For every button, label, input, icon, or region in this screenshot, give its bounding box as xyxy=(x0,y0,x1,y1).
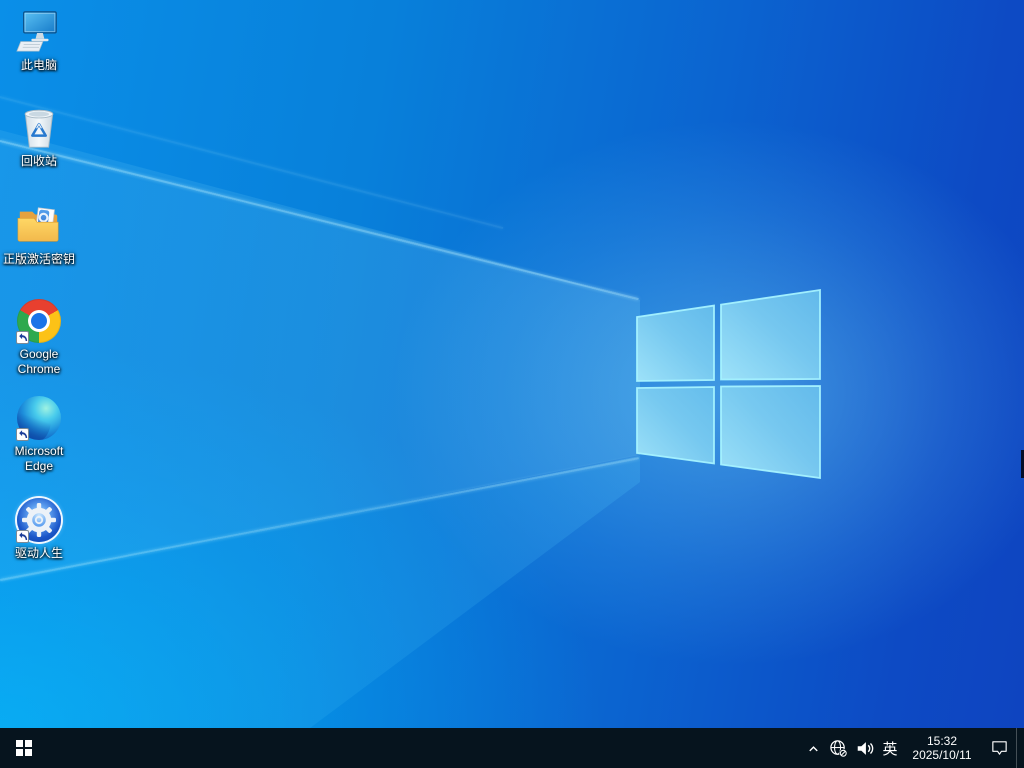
shortcut-arrow-icon xyxy=(16,331,29,344)
clock-time: 15:32 xyxy=(926,734,958,748)
desktop-icon-label: 正版激活密钥 xyxy=(2,252,75,266)
activation-key-folder-icon xyxy=(15,202,63,250)
action-center-icon xyxy=(991,741,1007,755)
light-ray-line xyxy=(0,457,639,581)
chevron-up-icon xyxy=(808,745,818,751)
clock-button[interactable]: 15:32 2025/10/11 xyxy=(902,728,982,768)
desktop-icon-microsoft-edge[interactable]: Microsoft Edge xyxy=(1,394,77,486)
start-button[interactable] xyxy=(0,728,48,768)
desktop-icon-this-pc[interactable]: 此电脑 xyxy=(1,8,77,100)
ime-language-button[interactable]: 英 xyxy=(878,728,902,768)
desktop-icon-label: 驱动人生 xyxy=(14,546,63,560)
taskbar-empty-area[interactable] xyxy=(48,728,801,768)
shortcut-arrow-icon xyxy=(16,530,29,543)
show-desktop-button[interactable] xyxy=(1016,728,1024,768)
desktop-icon-label: 回收站 xyxy=(20,154,57,168)
desktop-icon-recycle-bin[interactable]: 回收站 xyxy=(1,104,77,196)
light-beam-lower xyxy=(0,456,640,728)
edge-icon xyxy=(15,394,63,442)
desktop-icon-driver-genius[interactable]: 驱动人生 xyxy=(1,496,77,588)
network-status-button[interactable] xyxy=(825,728,851,768)
desktop-icon-google-chrome[interactable]: Google Chrome xyxy=(1,297,77,389)
ime-indicator: 英 xyxy=(882,740,898,758)
desktop-icon-activation-key[interactable]: 正版激活密钥 xyxy=(1,202,77,294)
windows-logo-wallpaper xyxy=(636,288,821,480)
light-ray-line xyxy=(0,140,639,301)
action-center-button[interactable] xyxy=(982,728,1016,768)
light-beam xyxy=(0,130,640,582)
desktop-background[interactable]: 此电脑 回收站 正版激活密钥 Google Chrome Microsoft E… xyxy=(0,0,1024,728)
network-globe-offline-icon xyxy=(829,739,847,757)
volume-button[interactable] xyxy=(851,728,878,768)
shortcut-arrow-icon xyxy=(16,428,29,441)
taskbar: 英 15:32 2025/10/11 xyxy=(0,728,1024,768)
this-pc-icon xyxy=(15,8,63,56)
desktop-icon-label: Microsoft Edge xyxy=(14,444,64,473)
desktop-icon-label: Google Chrome xyxy=(17,347,61,376)
speaker-icon xyxy=(857,741,873,755)
driver-genius-gear-icon xyxy=(15,496,63,544)
clock-date: 2025/10/11 xyxy=(912,748,972,762)
chrome-icon xyxy=(15,297,63,345)
recycle-bin-icon xyxy=(15,104,63,152)
desktop-icon-label: 此电脑 xyxy=(20,58,57,72)
windows-start-icon xyxy=(16,740,32,756)
hidden-icons-button[interactable] xyxy=(801,728,825,768)
windows-desktop-screen: 此电脑 回收站 正版激活密钥 Google Chrome Microsoft E… xyxy=(0,0,1024,768)
system-tray: 英 15:32 2025/10/11 xyxy=(801,728,1024,768)
